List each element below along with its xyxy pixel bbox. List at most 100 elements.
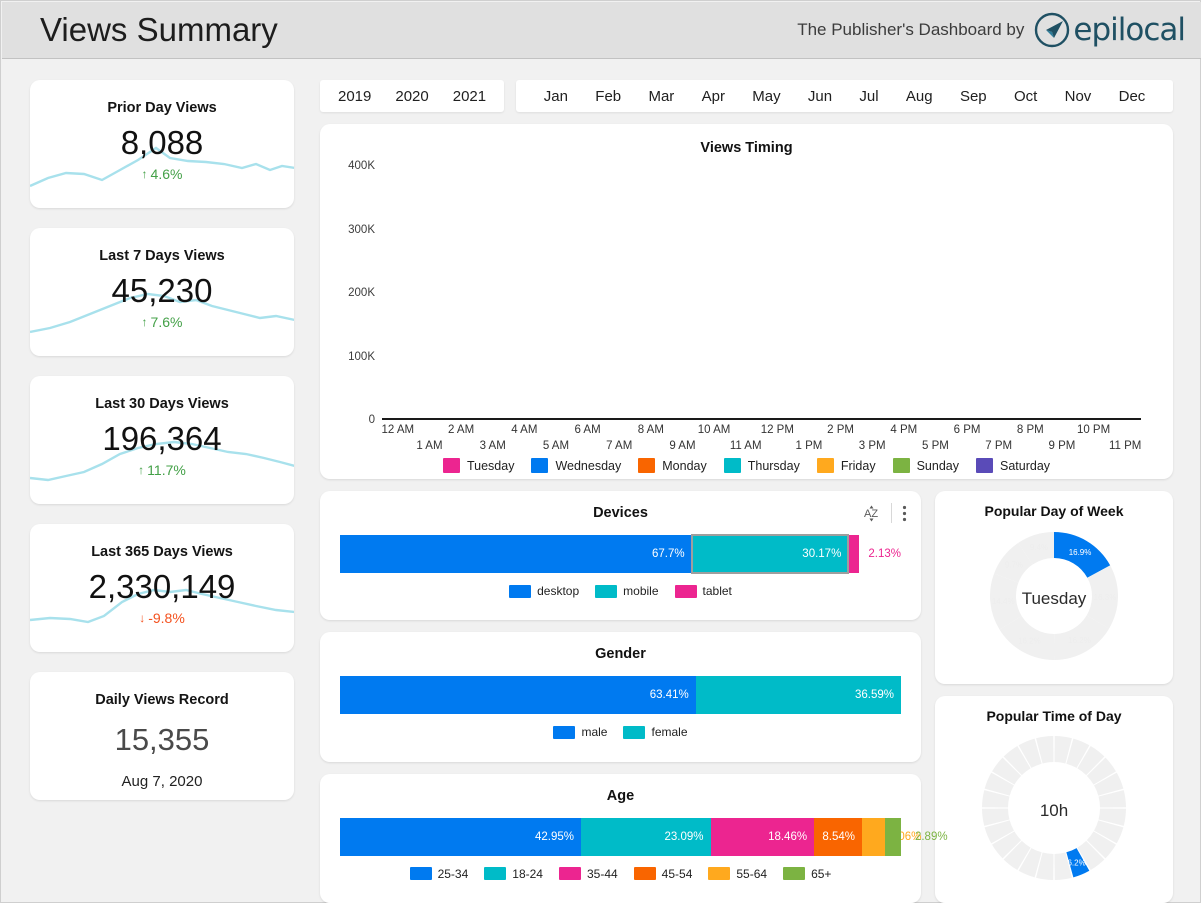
legend-item-tuesday[interactable]: Tuesday — [443, 458, 514, 473]
segment-male[interactable]: 63.41% — [340, 676, 696, 714]
month-filter-sep[interactable]: Sep — [960, 88, 987, 105]
segment-tablet[interactable] — [848, 535, 859, 573]
gender-bar: 63.41%36.59% — [340, 676, 901, 714]
legend-item-45-54[interactable]: 45-54 — [634, 867, 693, 881]
segment-65+[interactable]: 2.89% — [885, 818, 901, 856]
segment-55-64[interactable]: 4.06% — [862, 818, 885, 856]
legend-swatch — [509, 585, 531, 598]
year-filter-panel: 2019 2020 2021 — [320, 80, 504, 112]
month-filter-nov[interactable]: Nov — [1065, 88, 1092, 105]
filter-bar: 2019 2020 2021 Jan Feb Mar Apr May Jun Jul Aug Sep… — [320, 80, 1173, 112]
legend-item-mobile[interactable]: mobile — [595, 584, 658, 598]
kpi-title: Last 365 Days Views — [91, 544, 233, 560]
chart-title: Popular Time of Day — [986, 708, 1121, 724]
kpi-card-last-7-days-views: Last 7 Days Views 45,230 ↑ 7.6% — [30, 228, 294, 356]
x-axis-tick: 9 PM — [1049, 440, 1076, 452]
month-filter-dec[interactable]: Dec — [1119, 88, 1146, 105]
legend-item-35-44[interactable]: 35-44 — [559, 867, 618, 881]
legend-label: female — [651, 725, 687, 739]
segment-45-54[interactable]: 8.54% — [814, 818, 862, 856]
legend-item-wednesday[interactable]: Wednesday — [531, 458, 621, 473]
chart-title: Devices — [340, 505, 901, 521]
kpi-title: Last 7 Days Views — [99, 248, 224, 264]
chart-title: Views Timing — [334, 140, 1159, 156]
x-axis-tick: 2 PM — [827, 424, 854, 436]
sort-az-icon[interactable]: AZ — [864, 504, 881, 523]
legend-item-sunday[interactable]: Sunday — [893, 458, 959, 473]
segment-35-44[interactable]: 18.46% — [711, 818, 815, 856]
bar-group — [382, 166, 1141, 420]
segment-desktop[interactable]: 67.7% — [340, 535, 692, 573]
legend-swatch — [531, 458, 548, 473]
arrow-up-icon: ↑ — [138, 464, 144, 476]
legend-item-18-24[interactable]: 18-24 — [484, 867, 543, 881]
legend-item-25-34[interactable]: 25-34 — [410, 867, 469, 881]
x-axis-tick: 12 PM — [761, 424, 794, 436]
plot-area: 0100K200K300K400K — [382, 166, 1141, 420]
legend-item-female[interactable]: female — [623, 725, 687, 739]
donut-slice-label: 16.2% — [1068, 636, 1091, 645]
legend-swatch — [893, 458, 910, 473]
legend-swatch — [559, 867, 581, 880]
bottom-section: Devices AZ — [320, 491, 1173, 903]
legend-swatch — [634, 867, 656, 880]
kpi-title: Daily Views Record — [95, 692, 229, 708]
more-vertical-icon[interactable] — [902, 504, 907, 523]
x-axis-tick: 10 AM — [698, 424, 731, 436]
segment-25-34[interactable]: 42.95% — [340, 818, 581, 856]
legend-item-thursday[interactable]: Thursday — [724, 458, 800, 473]
y-axis-tick: 300K — [348, 224, 375, 236]
popular-day-of-week-card: Popular Day of Week 16.9%16.3%16.2%16.2%… — [935, 491, 1173, 684]
x-axis-tick: 7 PM — [985, 440, 1012, 452]
month-filter-may[interactable]: May — [752, 88, 780, 105]
year-filter-2020[interactable]: 2020 — [395, 88, 428, 105]
legend-item-monday[interactable]: Monday — [638, 458, 706, 473]
age-card: Age 42.95%23.09%18.46%8.54%4.06%2.89% 25… — [320, 774, 921, 903]
legend-swatch — [553, 726, 575, 739]
legend-label: Saturday — [1000, 459, 1050, 473]
month-filter-mar[interactable]: Mar — [648, 88, 674, 105]
legend-label: Wednesday — [555, 459, 621, 473]
kpi-card-prior-day-views: Prior Day Views 8,088 ↑ 4.6% — [30, 80, 294, 208]
legend-item-friday[interactable]: Friday — [817, 458, 876, 473]
month-filter-jan[interactable]: Jan — [544, 88, 568, 105]
arrow-up-icon: ↑ — [142, 168, 148, 180]
legend-label: male — [581, 725, 607, 739]
month-filter-jul[interactable]: Jul — [859, 88, 878, 105]
main-column: 2019 2020 2021 Jan Feb Mar Apr May Jun Jul Aug Sep… — [312, 60, 1201, 903]
gender-card: Gender 63.41%36.59% malefemale — [320, 632, 921, 761]
x-axis-tick: 11 AM — [730, 440, 762, 452]
segment-18-24[interactable]: 23.09% — [581, 818, 711, 856]
legend-label: Monday — [662, 459, 706, 473]
legend-item-desktop[interactable]: desktop — [509, 584, 579, 598]
legend-item-65+[interactable]: 65+ — [783, 867, 831, 881]
x-axis-tick: 6 PM — [954, 424, 981, 436]
legend-label: 55-64 — [736, 867, 767, 881]
legend-item-saturday[interactable]: Saturday — [976, 458, 1050, 473]
day-of-week-donut: 16.9%16.3%16.2%16.2%14.4%9.7%9.4% Tuesda… — [974, 525, 1134, 672]
legend-item-tablet[interactable]: tablet — [675, 584, 732, 598]
dashboard-page: Views Summary The Publisher's Dashboard … — [0, 0, 1201, 903]
x-axis-tick: 1 PM — [796, 440, 823, 452]
legend-swatch — [817, 458, 834, 473]
segment-mobile[interactable]: 30.17% — [692, 535, 849, 573]
month-filter-oct[interactable]: Oct — [1014, 88, 1037, 105]
month-filter-feb[interactable]: Feb — [595, 88, 621, 105]
year-filter-2021[interactable]: 2021 — [453, 88, 486, 105]
app-header: Views Summary The Publisher's Dashboard … — [2, 2, 1201, 59]
x-axis: 12 AM1 AM2 AM3 AM4 AM5 AM6 AM7 AM8 AM9 A… — [382, 420, 1141, 456]
x-axis-tick: 11 PM — [1109, 440, 1141, 452]
year-filter-2019[interactable]: 2019 — [338, 88, 371, 105]
month-filter-jun[interactable]: Jun — [808, 88, 832, 105]
x-axis-tick: 4 PM — [890, 424, 917, 436]
x-axis-tick: 2 AM — [448, 424, 474, 436]
month-filter-aug[interactable]: Aug — [906, 88, 933, 105]
segment-female[interactable]: 36.59% — [696, 676, 901, 714]
month-filter-apr[interactable]: Apr — [702, 88, 725, 105]
legend-item-male[interactable]: male — [553, 725, 607, 739]
x-axis-tick: 8 AM — [638, 424, 664, 436]
legend-item-55-64[interactable]: 55-64 — [708, 867, 767, 881]
devices-legend: desktop mobile tablet — [340, 584, 901, 598]
legend-label: Tuesday — [467, 459, 514, 473]
kpi-delta: ↑ 11.7% — [138, 462, 186, 478]
